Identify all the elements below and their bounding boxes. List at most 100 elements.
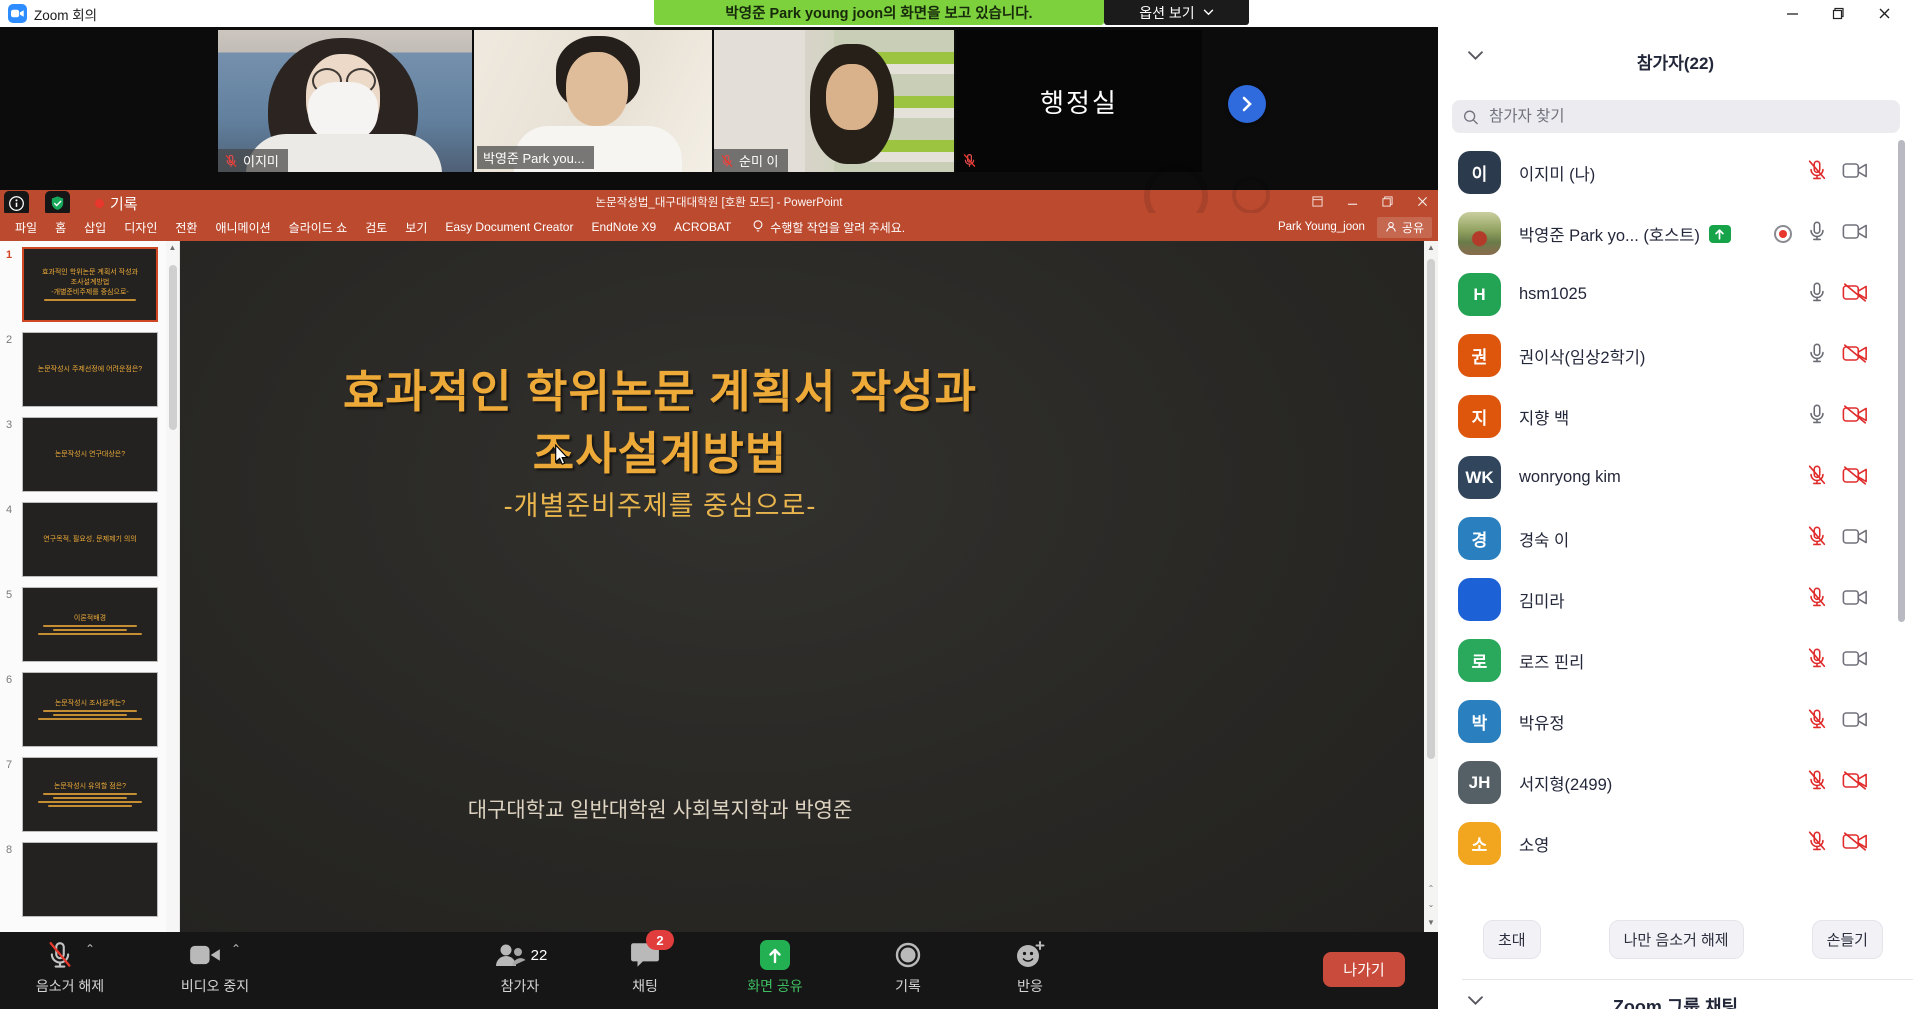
- participant-row[interactable]: 지지향 백: [1438, 386, 1898, 447]
- ppt-close-button[interactable]: [1417, 196, 1428, 207]
- participant-row[interactable]: 김미라: [1438, 569, 1898, 630]
- ppt-menu-item[interactable]: 홈: [46, 219, 75, 236]
- mic-off-icon[interactable]: [1806, 708, 1828, 735]
- participants-button[interactable]: 22 참가자: [470, 938, 570, 996]
- camera-off-icon[interactable]: [1842, 770, 1868, 796]
- participant-row[interactable]: JH서지형(2499): [1438, 752, 1898, 813]
- camera-off-icon[interactable]: [1842, 831, 1868, 857]
- slide-thumbnail[interactable]: 3논문작성시 연구대상은?: [0, 417, 179, 492]
- video-tile-1[interactable]: 이지미: [218, 30, 472, 172]
- ppt-menu-item[interactable]: EndNote X9: [582, 220, 665, 234]
- slide-thumbnail[interactable]: 6논문작성시 조사설계는?: [0, 672, 179, 747]
- ppt-restore-button[interactable]: [1382, 196, 1393, 207]
- scroll-down-icon[interactable]: ▼: [1424, 916, 1438, 930]
- camera-on-icon[interactable]: [1842, 587, 1868, 613]
- ppt-ribbon-options-button[interactable]: [1312, 196, 1323, 207]
- slide-thumbnail-image[interactable]: 논문작성시 연구대상은?: [22, 417, 158, 492]
- ppt-menu-item[interactable]: ACROBAT: [665, 220, 740, 234]
- next-slide-icon[interactable]: ⌄: [1424, 898, 1438, 912]
- slide-thumbnail[interactable]: 1효과적인 학위논문 계획서 작성과조사설계방법-개별준비주제를 중심으로-: [0, 247, 179, 322]
- participant-row[interactable]: 이이지미 (나): [1438, 142, 1898, 203]
- camera-on-icon[interactable]: [1842, 221, 1868, 247]
- ppt-minimize-button[interactable]: [1347, 196, 1358, 207]
- ppt-menu-item[interactable]: 검토: [356, 219, 396, 236]
- camera-off-icon[interactable]: [1842, 343, 1868, 369]
- slide-thumbnail-image[interactable]: 연구목적, 필요성, 문제제기 의의: [22, 502, 158, 577]
- mic-off-icon[interactable]: [1806, 830, 1828, 857]
- camera-on-icon[interactable]: [1842, 160, 1868, 186]
- previous-slide-icon[interactable]: ⌃: [1424, 882, 1438, 896]
- close-button[interactable]: [1861, 0, 1907, 27]
- camera-on-icon[interactable]: [1842, 709, 1868, 735]
- stop-video-button[interactable]: ⌃ 비디오 중지: [150, 938, 280, 996]
- chat-button[interactable]: 2 채팅: [595, 938, 695, 996]
- ppt-menu-item[interactable]: 보기: [396, 219, 436, 236]
- participant-row[interactable]: Hhsm1025: [1438, 264, 1898, 325]
- ppt-menu-item[interactable]: Easy Document Creator: [436, 220, 582, 234]
- view-options-button[interactable]: 옵션 보기: [1104, 0, 1249, 25]
- camera-off-icon[interactable]: [1842, 404, 1868, 430]
- next-videos-button[interactable]: [1228, 85, 1266, 123]
- participant-row[interactable]: 박영준 Park yo... (호스트): [1438, 203, 1898, 264]
- mic-off-icon[interactable]: [1806, 159, 1828, 186]
- participant-search-input[interactable]: [1487, 107, 1889, 127]
- minimize-button[interactable]: [1769, 0, 1815, 27]
- ppt-menu-item[interactable]: 삽입: [75, 219, 115, 236]
- participant-row[interactable]: 로로즈 핀리: [1438, 630, 1898, 691]
- slide-thumbnail-image[interactable]: 논문작성시 조사설계는?: [22, 672, 158, 747]
- ppt-menu-item[interactable]: 전환: [166, 219, 206, 236]
- ppt-menu-item[interactable]: 슬라이드 쇼: [280, 219, 357, 236]
- ppt-account-name[interactable]: Park Young_joon: [1278, 221, 1365, 233]
- slide-thumbnail-image[interactable]: 이론적배경: [22, 587, 158, 662]
- video-tile-3[interactable]: 순미 이: [714, 30, 954, 172]
- mic-on-icon[interactable]: [1806, 220, 1828, 247]
- panel-scrollbar[interactable]: [1898, 140, 1905, 622]
- thumbnail-scrollbar[interactable]: ▲: [166, 241, 180, 932]
- scrollbar-thumb[interactable]: [169, 265, 177, 430]
- slide-thumbnail[interactable]: 8: [0, 842, 179, 917]
- ppt-menu-item[interactable]: 애니메이션: [206, 219, 279, 236]
- mic-off-icon[interactable]: [1806, 647, 1828, 674]
- video-tile-4-no-video[interactable]: 행정실: [956, 30, 1202, 172]
- camera-on-icon[interactable]: [1842, 526, 1868, 552]
- slide-thumbnail-image[interactable]: 논문작성시 주제선정에 어려운점은?: [22, 332, 158, 407]
- slide-thumbnail-image[interactable]: [22, 842, 158, 917]
- video-options-chevron[interactable]: ⌃: [231, 942, 241, 956]
- participant-row[interactable]: WKwonryong kim: [1438, 447, 1898, 508]
- mic-off-icon[interactable]: [1806, 586, 1828, 613]
- maximize-button[interactable]: [1815, 0, 1861, 27]
- slide-scrollbar[interactable]: ▲ ⌃ ⌄ ▼: [1424, 241, 1438, 932]
- mic-off-icon[interactable]: [1806, 464, 1828, 491]
- leave-meeting-button[interactable]: 나가기: [1323, 952, 1405, 987]
- camera-off-icon[interactable]: [1842, 465, 1868, 491]
- ppt-menu-item[interactable]: 파일: [6, 219, 46, 236]
- mic-off-icon[interactable]: [1806, 525, 1828, 552]
- participant-row[interactable]: 권권이삭(임상2학기): [1438, 325, 1898, 386]
- scroll-up-icon[interactable]: ▲: [166, 241, 179, 255]
- slide-thumbnail[interactable]: 5이론적배경: [0, 587, 179, 662]
- scroll-up-icon[interactable]: ▲: [1424, 241, 1438, 255]
- slide-thumbnail-image[interactable]: 논문작성시 유의할 점은?: [22, 757, 158, 832]
- slide-thumbnail[interactable]: 2논문작성시 주제선정에 어려운점은?: [0, 332, 179, 407]
- ppt-menu-item[interactable]: 디자인: [115, 219, 166, 236]
- mic-options-chevron[interactable]: ⌃: [85, 942, 95, 956]
- slide-thumbnail[interactable]: 7논문작성시 유의할 점은?: [0, 757, 179, 832]
- mic-on-icon[interactable]: [1806, 403, 1828, 430]
- slide-thumbnail[interactable]: 4연구목적, 필요성, 문제제기 의의: [0, 502, 179, 577]
- panel-footer-button[interactable]: 손들기: [1812, 920, 1883, 959]
- share-screen-button[interactable]: 화면 공유: [720, 938, 830, 996]
- slide-thumbnail-image[interactable]: 효과적인 학위논문 계획서 작성과조사설계방법-개별준비주제를 중심으로-: [22, 247, 158, 322]
- ppt-share-button[interactable]: 공유: [1377, 217, 1432, 238]
- participant-row[interactable]: 경경숙 이: [1438, 508, 1898, 569]
- participant-search-box[interactable]: [1452, 100, 1900, 133]
- reactions-button[interactable]: 반응: [980, 938, 1080, 996]
- ppt-tell-me[interactable]: 수행할 작업을 알려 주세요.: [752, 219, 905, 236]
- panel-footer-button[interactable]: 나만 음소거 해제: [1609, 920, 1744, 959]
- camera-on-icon[interactable]: [1842, 648, 1868, 674]
- camera-off-icon[interactable]: [1842, 282, 1868, 308]
- mic-off-icon[interactable]: [1806, 769, 1828, 796]
- mic-on-icon[interactable]: [1806, 342, 1828, 369]
- participant-row[interactable]: 박박유정: [1438, 691, 1898, 752]
- record-button[interactable]: 기록: [858, 938, 958, 996]
- unmute-button[interactable]: ⌃ 음소거 해제: [10, 938, 130, 996]
